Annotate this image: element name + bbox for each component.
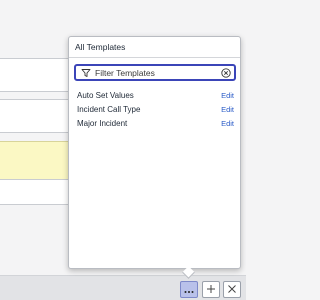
- template-name: Auto Set Values: [77, 90, 134, 100]
- templates-popover: All Templates Auto Set Values Edit: [68, 36, 241, 269]
- filter-templates-field[interactable]: [74, 64, 236, 81]
- template-item-auto-set-values[interactable]: Auto Set Values Edit: [69, 88, 240, 102]
- edit-link[interactable]: Edit: [221, 105, 234, 114]
- add-template-button[interactable]: [202, 281, 220, 298]
- clear-filter-icon[interactable]: [221, 68, 231, 78]
- edit-link[interactable]: Edit: [221, 119, 234, 128]
- edit-link[interactable]: Edit: [221, 91, 234, 100]
- background-highlighted-field[interactable]: [0, 141, 73, 181]
- plus-icon: [206, 281, 216, 299]
- close-templates-button[interactable]: [223, 281, 241, 298]
- background-form-field[interactable]: [0, 58, 73, 92]
- filter-templates-input[interactable]: [92, 67, 215, 78]
- template-list: Auto Set Values Edit Incident Call Type …: [69, 88, 240, 130]
- more-icon: [184, 281, 194, 299]
- more-templates-button[interactable]: [180, 281, 198, 298]
- funnel-icon: [80, 67, 92, 79]
- background-form-field[interactable]: [0, 179, 73, 205]
- template-item-incident-call-type[interactable]: Incident Call Type Edit: [69, 102, 240, 116]
- close-icon: [227, 281, 237, 299]
- page: All Templates Auto Set Values Edit: [0, 0, 246, 300]
- background-form-field[interactable]: [0, 99, 73, 133]
- template-name: Major Incident: [77, 118, 128, 128]
- template-item-major-incident[interactable]: Major Incident Edit: [69, 116, 240, 130]
- template-name: Incident Call Type: [77, 104, 141, 114]
- popover-title: All Templates: [69, 37, 240, 58]
